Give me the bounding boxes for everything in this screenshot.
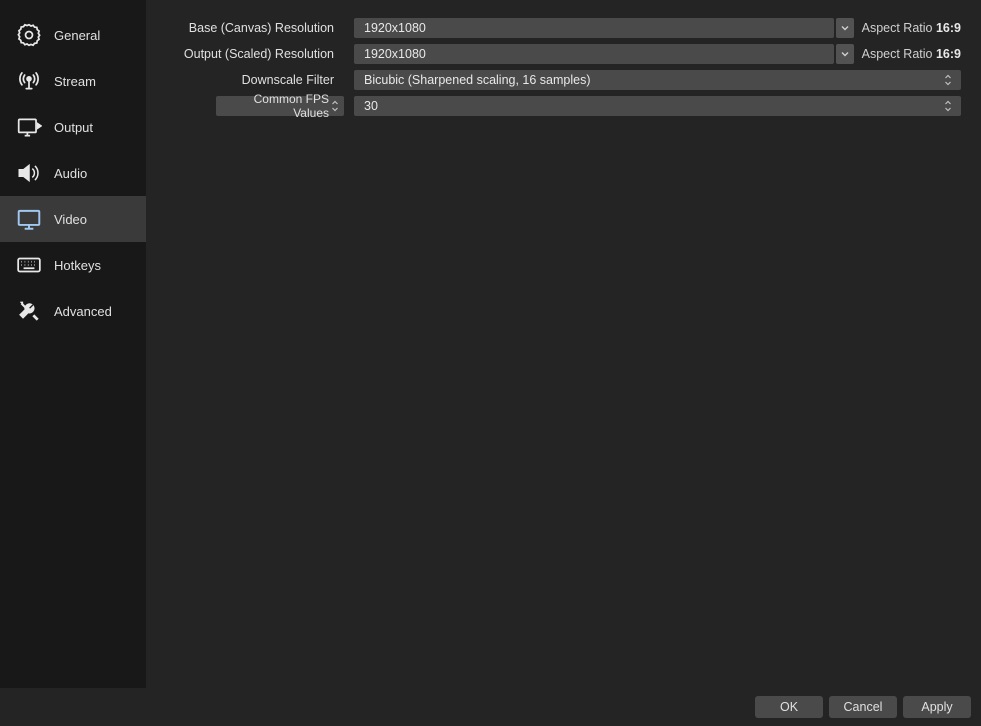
keyboard-icon	[14, 250, 44, 280]
base-resolution-label: Base (Canvas) Resolution	[166, 21, 344, 35]
settings-sidebar: General Stream	[0, 0, 146, 688]
ok-button[interactable]: OK	[755, 696, 823, 718]
output-resolution-select[interactable]: 1920x1080	[354, 44, 834, 64]
dialog-footer: OK Cancel Apply	[0, 688, 981, 726]
fps-type-label: Common FPS Values	[166, 96, 344, 116]
base-aspect-label: Aspect Ratio 16:9	[862, 21, 961, 35]
output-resolution-label: Output (Scaled) Resolution	[166, 47, 344, 61]
downscale-filter-label: Downscale Filter	[166, 73, 344, 87]
gear-icon	[14, 20, 44, 50]
updown-icon	[941, 70, 955, 90]
antenna-icon	[14, 66, 44, 96]
sidebar-item-label: General	[54, 28, 100, 43]
sidebar-item-general[interactable]: General	[0, 12, 146, 58]
cancel-button[interactable]: Cancel	[829, 696, 897, 718]
fps-type-spinner[interactable]: Common FPS Values	[216, 96, 344, 116]
updown-icon	[941, 96, 955, 116]
tools-icon	[14, 296, 44, 326]
sidebar-item-label: Stream	[54, 74, 96, 89]
video-settings-panel: Base (Canvas) Resolution 1920x1080 Aspec…	[146, 0, 981, 688]
sidebar-item-label: Output	[54, 120, 93, 135]
sidebar-item-video[interactable]: Video	[0, 196, 146, 242]
sidebar-item-stream[interactable]: Stream	[0, 58, 146, 104]
monitor-icon	[14, 204, 44, 234]
sidebar-item-hotkeys[interactable]: Hotkeys	[0, 242, 146, 288]
sidebar-item-label: Hotkeys	[54, 258, 101, 273]
sidebar-item-audio[interactable]: Audio	[0, 150, 146, 196]
base-resolution-select[interactable]: 1920x1080	[354, 18, 834, 38]
sidebar-item-advanced[interactable]: Advanced	[0, 288, 146, 334]
sidebar-item-output[interactable]: Output	[0, 104, 146, 150]
output-resolution-dropdown[interactable]	[836, 44, 854, 64]
speaker-icon	[14, 158, 44, 188]
sidebar-item-label: Advanced	[54, 304, 112, 319]
output-aspect-label: Aspect Ratio 16:9	[862, 47, 961, 61]
sidebar-item-label: Audio	[54, 166, 87, 181]
base-resolution-dropdown[interactable]	[836, 18, 854, 38]
sidebar-item-label: Video	[54, 212, 87, 227]
downscale-filter-select[interactable]: Bicubic (Sharpened scaling, 16 samples)	[354, 70, 961, 90]
updown-icon	[329, 99, 340, 113]
output-icon	[14, 112, 44, 142]
apply-button[interactable]: Apply	[903, 696, 971, 718]
fps-value-select[interactable]: 30	[354, 96, 961, 116]
